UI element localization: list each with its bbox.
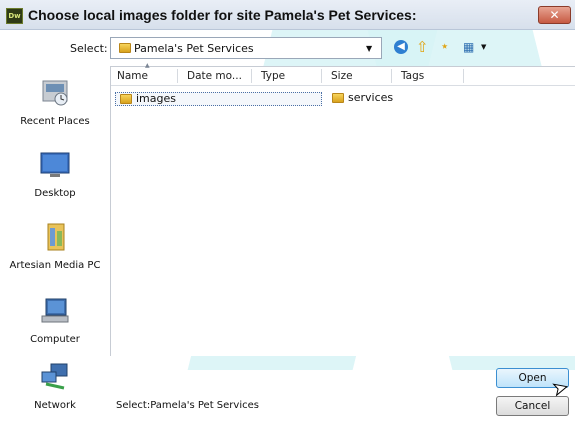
column-date-modified[interactable]: Date mo... [187,70,242,82]
computer-icon [41,298,69,323]
current-folder-name: Pamela's Pet Services [134,42,254,55]
list-item-label: images [136,92,176,105]
place-recent[interactable]: Recent Places [0,78,110,128]
place-label: Network [34,400,76,411]
column-divider[interactable] [391,69,392,83]
column-divider[interactable] [177,69,178,83]
select-label: Select: [70,42,108,55]
column-size[interactable]: Size [331,70,353,82]
folder-icon [120,94,132,104]
list-item[interactable]: images [115,92,322,106]
desktop-icon [40,152,70,177]
place-label: Artesian Media PC [9,260,101,271]
chevron-down-icon[interactable]: ▼ [481,43,486,51]
column-divider[interactable] [251,69,252,83]
new-folder-icon[interactable]: ⋆ [440,37,449,55]
file-list[interactable] [110,66,575,356]
column-name[interactable]: Name [117,70,148,82]
place-label: Computer [30,334,80,345]
close-button[interactable]: ✕ [538,6,571,24]
folder-icon [119,43,131,53]
place-label: Recent Places [20,116,90,127]
places-bar: Recent Places Desktop Artesian Media PC … [0,66,110,424]
column-tags[interactable]: Tags [401,70,424,82]
column-divider[interactable] [321,69,322,83]
place-user-folder[interactable]: Artesian Media PC [0,222,110,272]
user-folder-icon [47,223,65,251]
dreamweaver-app-icon: Dw [6,8,23,24]
chevron-down-icon[interactable]: ▼ [366,44,372,53]
place-label: Desktop [34,188,76,199]
column-type[interactable]: Type [261,70,285,82]
place-computer[interactable]: Computer [0,296,110,346]
column-header-row: Name Date mo... Type Size Tags [111,67,575,86]
dialog-title: Choose local images folder for site Pame… [28,7,417,23]
column-divider[interactable] [463,69,464,83]
views-menu-icon[interactable]: ▦ [463,40,481,54]
network-icon [41,363,68,390]
selection-status: Select:Pamela's Pet Services [116,400,259,411]
back-icon[interactable]: ◀ [394,40,408,54]
place-desktop[interactable]: Desktop [0,150,110,200]
place-network[interactable]: Network [0,362,110,412]
list-item[interactable]: services [328,91,398,106]
up-folder-icon[interactable]: ⇧ [416,38,429,56]
list-item-label: services [348,91,394,104]
recent-places-icon [42,80,68,106]
sort-ascending-icon: ▲ [145,62,150,69]
folder-icon [332,93,344,103]
